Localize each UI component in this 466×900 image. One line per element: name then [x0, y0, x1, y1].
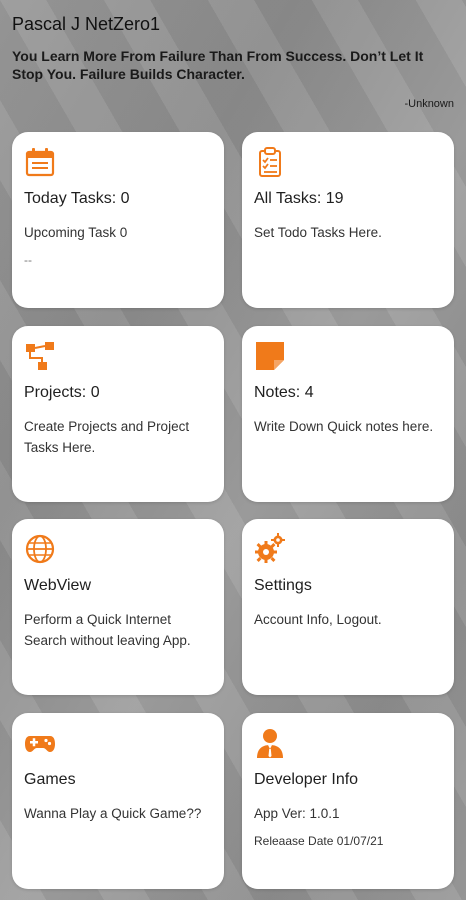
app-version: App Ver: 1.0.1	[254, 806, 340, 821]
gears-icon	[255, 533, 285, 563]
developer-person-icon	[257, 729, 283, 758]
globe-icon	[25, 534, 55, 564]
webview-desc: Perform a Quick Internet Search without …	[24, 612, 191, 648]
webview-card[interactable]: WebView Perform a Quick Internet Search …	[12, 519, 224, 695]
notes-card[interactable]: Notes: 4 Write Down Quick notes here.	[242, 326, 454, 502]
projects-desc: Create Projects and Project Tasks Here.	[24, 419, 190, 455]
today-tasks-title: Today Tasks: 0	[24, 190, 130, 207]
settings-desc: Account Info, Logout.	[254, 612, 382, 627]
quote-text: You Learn More From Failure Than From Su…	[12, 48, 424, 82]
gamepad-icon	[25, 736, 55, 752]
notes-title: Notes: 4	[254, 384, 314, 401]
settings-card[interactable]: Settings Account Info, Logout.	[242, 519, 454, 695]
all-tasks-card[interactable]: All Tasks: 19 Set Todo Tasks Here.	[242, 132, 454, 308]
calendar-icon	[25, 148, 55, 177]
today-tasks-desc: Upcoming Task 0	[24, 225, 128, 240]
projects-card[interactable]: Projects: 0 Create Projects and Project …	[12, 326, 224, 502]
games-desc: Wanna Play a Quick Game??	[24, 806, 202, 821]
clipboard-checklist-icon	[259, 147, 281, 177]
developer-info-card[interactable]: Developer Info App Ver: 1.0.1 Releaase D…	[242, 713, 454, 889]
quote-author: -Unknown	[404, 98, 454, 110]
project-hierarchy-icon	[26, 342, 54, 370]
all-tasks-title: All Tasks: 19	[254, 190, 344, 207]
today-tasks-extra: --	[24, 253, 32, 267]
settings-title: Settings	[254, 577, 312, 594]
notes-desc: Write Down Quick notes here.	[254, 419, 434, 434]
today-tasks-card[interactable]: Today Tasks: 0 Upcoming Task 0 --	[12, 132, 224, 308]
developer-info-title: Developer Info	[254, 771, 359, 788]
release-date: Releaase Date 01/07/21	[254, 834, 384, 848]
sticky-note-icon	[256, 342, 284, 370]
projects-title: Projects: 0	[24, 384, 100, 401]
webview-title: WebView	[24, 577, 91, 594]
user-name: Pascal J NetZero1	[12, 14, 161, 34]
games-title: Games	[24, 771, 76, 788]
games-card[interactable]: Games Wanna Play a Quick Game??	[12, 713, 224, 889]
all-tasks-desc: Set Todo Tasks Here.	[254, 225, 382, 240]
header: Pascal J NetZero1 You Learn More From Fa…	[12, 14, 454, 110]
